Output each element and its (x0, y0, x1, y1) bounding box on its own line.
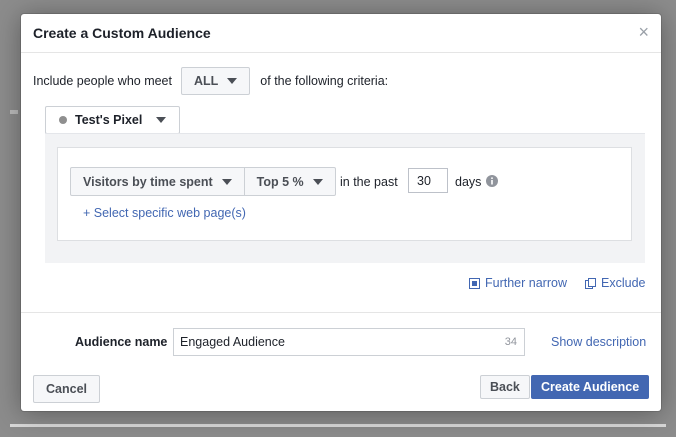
cancel-button[interactable]: Cancel (33, 375, 100, 403)
exclude-link[interactable]: Exclude (585, 276, 645, 290)
criteria-row: Include people who meet ALL of the follo… (33, 67, 388, 95)
event-dropdown[interactable]: Visitors by time spent (71, 168, 244, 195)
backdrop-artifact (10, 424, 666, 427)
days-input[interactable] (408, 168, 448, 193)
caret-down-icon (312, 178, 323, 185)
percentile-dropdown[interactable]: Top 5 % (243, 168, 335, 195)
caret-down-icon (221, 178, 232, 185)
narrow-icon (469, 277, 480, 289)
pixel-dropdown[interactable]: Test's Pixel (45, 106, 181, 134)
match-type-dropdown[interactable]: ALL (180, 67, 251, 95)
further-narrow-link[interactable]: Further narrow (469, 276, 567, 290)
audience-name-field: 34 (173, 328, 525, 356)
create-audience-button[interactable]: Create Audience (531, 375, 650, 399)
rule-selector: Visitors by time spent Top 5 % (70, 167, 336, 196)
in-past-text: in the past (340, 175, 398, 189)
dialog-title: Create a Custom Audience (33, 25, 211, 41)
info-icon[interactable] (486, 175, 498, 187)
status-dot-icon (59, 116, 67, 124)
footer-divider (21, 312, 661, 313)
caret-down-icon (156, 117, 167, 123)
percentile-label: Top 5 % (256, 174, 304, 189)
exclude-label: Exclude (601, 276, 646, 290)
create-audience-dialog: Create a Custom Audience × Include peopl… (21, 14, 661, 411)
exclude-icon (585, 277, 596, 289)
select-web-pages-link[interactable]: + Select specific web page(s) (83, 206, 246, 220)
character-counter: 34 (504, 336, 517, 348)
criteria-suffix: of the following criteria: (260, 74, 389, 88)
backdrop-artifact (10, 110, 18, 114)
days-text: days (455, 175, 482, 189)
audience-name-label: Audience name (75, 335, 168, 349)
further-narrow-label: Further narrow (485, 276, 567, 290)
rule-card: Visitors by time spent Top 5 % in the pa… (57, 147, 632, 241)
back-button[interactable]: Back (480, 375, 530, 399)
show-description-link[interactable]: Show description (551, 335, 646, 349)
audience-name-input[interactable] (174, 330, 505, 354)
event-label: Visitors by time spent (83, 174, 213, 189)
match-type-value: ALL (193, 74, 219, 88)
criteria-prefix: Include people who meet (33, 74, 172, 88)
close-icon[interactable]: × (638, 22, 649, 42)
caret-down-icon (227, 78, 238, 84)
dialog-header: Create a Custom Audience × (21, 14, 661, 53)
pixel-label: Test's Pixel (75, 113, 143, 127)
rule-panel: Visitors by time spent Top 5 % in the pa… (45, 133, 645, 263)
